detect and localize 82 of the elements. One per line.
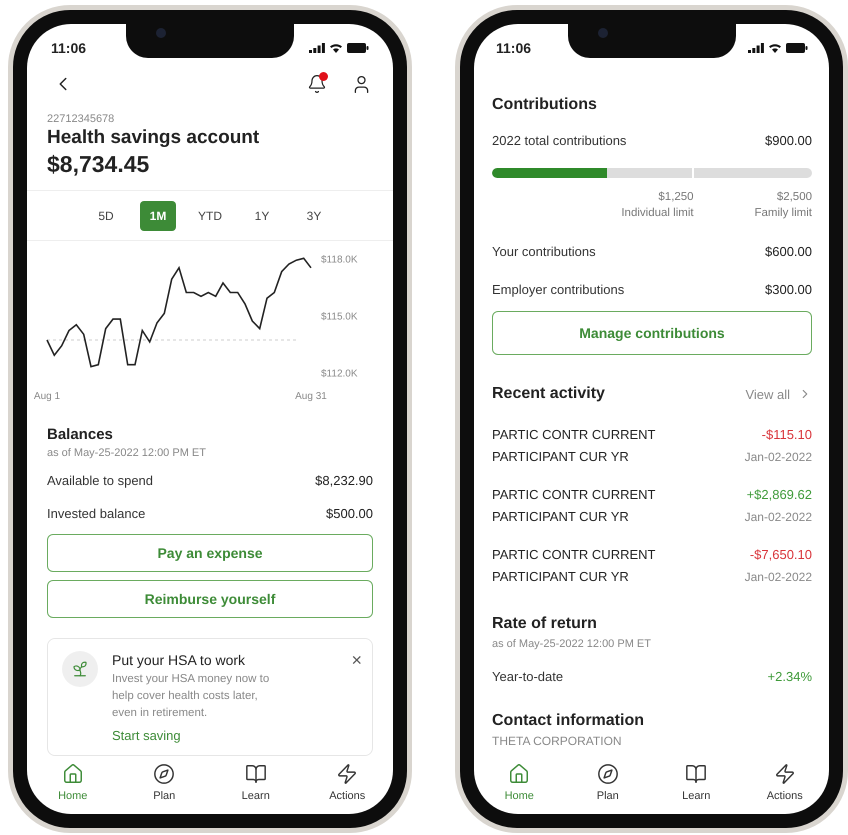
account-balance: $8,734.45	[47, 150, 150, 178]
activity-date: Jan-02-2022	[744, 569, 812, 586]
activity-description: PARTIC CONTR CURRENT	[492, 486, 656, 504]
promo-text: Invest your HSA money now to help cover health costs later, even in retirement.	[112, 672, 270, 721]
lightning-icon	[336, 763, 358, 785]
sprout-icon	[62, 651, 98, 687]
view-all-link[interactable]: View all	[745, 386, 812, 402]
limit-amount: $1,250	[658, 190, 694, 205]
activity-amount: -$115.10	[760, 426, 812, 444]
row-value: $900.00	[765, 132, 812, 148]
axis-label: $115.0K	[321, 311, 358, 322]
wifi-icon	[329, 43, 343, 53]
period-tab[interactable]: 5D	[88, 201, 124, 231]
activity-description: PARTIC CONTR CURRENT	[492, 426, 656, 444]
row-value: +2.34%	[768, 668, 812, 684]
axis-label: $118.0K	[321, 254, 358, 266]
section-title: Balances	[47, 425, 114, 445]
limit-label: Individual limit	[621, 206, 694, 221]
tab-bar-item[interactable]: Plan	[564, 763, 652, 803]
tab-bar-item[interactable]: Learn	[652, 763, 740, 803]
signal-icon	[309, 43, 325, 53]
period-tab[interactable]: YTD	[192, 201, 228, 231]
period-tab[interactable]: 3Y	[296, 201, 332, 231]
row-label: Year-to-date	[492, 668, 564, 684]
limit-label: Family limit	[754, 206, 812, 221]
as-of-date: as of May-25-2022 12:00 PM ET	[492, 637, 652, 652]
account-number: 22712345678	[47, 112, 116, 126]
tab-bar-item[interactable]: Actions	[302, 763, 393, 803]
row-value: $600.00	[765, 244, 812, 258]
account-title: Health savings account	[47, 126, 260, 150]
compass-icon	[596, 763, 619, 785]
section-title: Recent activity	[492, 384, 605, 404]
battery-icon	[786, 43, 808, 53]
tab-bar-item[interactable]: Plan	[118, 763, 210, 803]
status-time: 11:06	[51, 40, 86, 56]
lightning-icon	[774, 763, 796, 785]
activity-amount: +$2,869.62	[746, 486, 812, 504]
period-tab[interactable]: 1Y	[244, 201, 280, 231]
row-label: Invested balance	[47, 506, 146, 521]
home-icon	[62, 763, 84, 785]
tab-bar-item[interactable]: Home	[27, 763, 118, 803]
book-icon	[244, 763, 267, 785]
row-label: Available to spend	[47, 473, 154, 488]
manage-contributions-button[interactable]: Manage contributions	[492, 311, 812, 355]
activity-description: PARTIC CONTR CURRENT	[492, 546, 656, 564]
tab-bar-item[interactable]: Learn	[210, 763, 302, 803]
row-label: Your contributions	[492, 244, 596, 258]
book-icon	[685, 763, 708, 785]
tab-bar-item[interactable]: Actions	[740, 763, 829, 803]
activity-description: PARTICIPANT CUR YR	[492, 448, 630, 466]
period-tab[interactable]: 1M	[140, 201, 176, 231]
tab-bar-item[interactable]: Home	[475, 763, 564, 803]
action-button[interactable]: Reimburse yourself	[47, 580, 373, 618]
status-time: 11:06	[496, 40, 532, 56]
activity-description: PARTICIPANT CUR YR	[492, 508, 630, 526]
company-name: THETA CORPORATION	[492, 733, 623, 749]
axis-label: $112.0K	[321, 368, 358, 380]
as-of-date: as of May-25-2022 12:00 PM ET	[47, 446, 207, 461]
axis-label: Aug 31	[295, 391, 327, 402]
signal-icon	[748, 43, 764, 53]
action-button[interactable]: Pay an expense	[47, 534, 373, 572]
start-saving-link[interactable]: Start saving	[112, 726, 181, 746]
home-icon	[508, 763, 530, 785]
wifi-icon	[768, 43, 782, 53]
section-title: Rate of return	[492, 614, 598, 634]
row-value: $8,232.90	[315, 473, 373, 488]
activity-amount: -$7,650.10	[748, 546, 812, 564]
section-title: Contact information	[492, 711, 645, 731]
axis-label: Aug 1	[34, 391, 60, 402]
activity-date: Jan-02-2022	[744, 449, 812, 466]
section-title: Contributions	[492, 95, 598, 115]
close-button[interactable]: ×	[351, 651, 362, 669]
compass-icon	[153, 763, 176, 785]
promo-title: Put your HSA to work	[112, 651, 246, 669]
row-value: $300.00	[765, 282, 812, 296]
activity-date: Jan-02-2022	[744, 509, 812, 526]
limit-amount: $2,500	[776, 190, 812, 205]
row-label: Employer contributions	[492, 282, 624, 296]
activity-description: PARTICIPANT CUR YR	[492, 568, 630, 586]
battery-icon	[347, 43, 369, 53]
row-value: $500.00	[326, 506, 373, 521]
row-label: 2022 total contributions	[492, 132, 626, 148]
